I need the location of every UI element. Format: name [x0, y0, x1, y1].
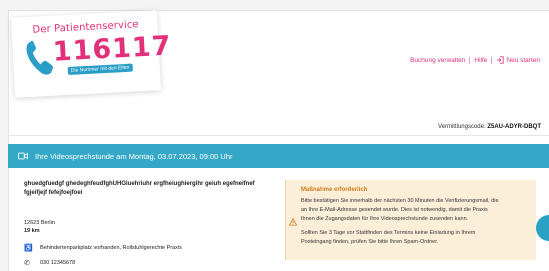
manage-booking-link[interactable]: Buchung verwalten [410, 57, 465, 64]
restart-label: Neu starten [506, 56, 540, 64]
nav-divider [491, 56, 493, 64]
patientenservice-logo[interactable]: Der Patientenservice 116117 Die Nummer m… [11, 10, 172, 98]
phone-number[interactable]: 030 12345678 [40, 260, 75, 266]
practice-city: 12623 Berlin [24, 220, 55, 226]
notice-line: Ihnen die Zugangsdaten für Ihre Videospr… [301, 216, 469, 222]
header-nav: Buchung verwalten Hilfe Neu starten [410, 56, 540, 64]
phone-handset-icon [26, 40, 53, 75]
logo-number: 116117 [52, 30, 173, 68]
practice-description: ghuedgfuedgf ghedeghfeudfghUHGluehriuhr … [24, 181, 255, 196]
video-camera-icon [18, 152, 28, 160]
notice-body: Bitte bestätigen Sie innerhalb der nächs… [301, 197, 528, 224]
warning-icon [289, 218, 297, 226]
restart-link[interactable]: Neu starten [496, 56, 540, 64]
phone-info: ✆ 030 12345678 [24, 259, 75, 267]
notice-line: Sollten Sie 3 Tage vor Stattfinden des T… [301, 230, 476, 236]
action-required-notice: Maßnahme erforderlich Bitte bestätigen S… [285, 180, 536, 260]
wheelchair-icon: ♿ [24, 245, 33, 252]
accessibility-info: ♿ Behindertenparkplatz vorhanden, Rollst… [24, 244, 182, 252]
appointment-title: Ihre Videosprechstunde am Montag, 03.07.… [35, 151, 233, 161]
practice-distance: 19 km [24, 228, 40, 234]
notice-line: Bitte bestätigen Sie innerhalb der nächs… [301, 198, 499, 204]
notice-spam-hint: Sollten Sie 3 Tage vor Stattfinden des T… [301, 229, 528, 247]
appointment-banner: Ihre Videosprechstunde am Montag, 03.07.… [8, 144, 549, 168]
sign-in-icon [497, 56, 504, 64]
header-divider [8, 135, 549, 136]
booking-code-value: Z5AU-ADYR-DBQT [487, 124, 541, 130]
accessibility-text: Behindertenparkplatz vorhanden, Rollstuh… [40, 245, 182, 251]
practice-info: ghuedgfuedgf ghedeghfeudfghUHGluehriuhr … [24, 180, 274, 267]
notice-line: Posteingang finden, prüfen Sie bitte Ihr… [301, 239, 439, 245]
nav-divider [469, 56, 471, 64]
notice-line: an Ihre E-Mail-Adresse gesendet wurde. D… [301, 207, 488, 213]
phone-icon: ✆ [24, 260, 30, 267]
booking-code: Vermittlungscode: Z5AU-ADYR-DBQT [438, 124, 541, 130]
help-link[interactable]: Hilfe [474, 57, 487, 64]
notice-title: Maßnahme erforderlich [301, 187, 368, 193]
booking-code-label: Vermittlungscode: [437, 124, 486, 130]
